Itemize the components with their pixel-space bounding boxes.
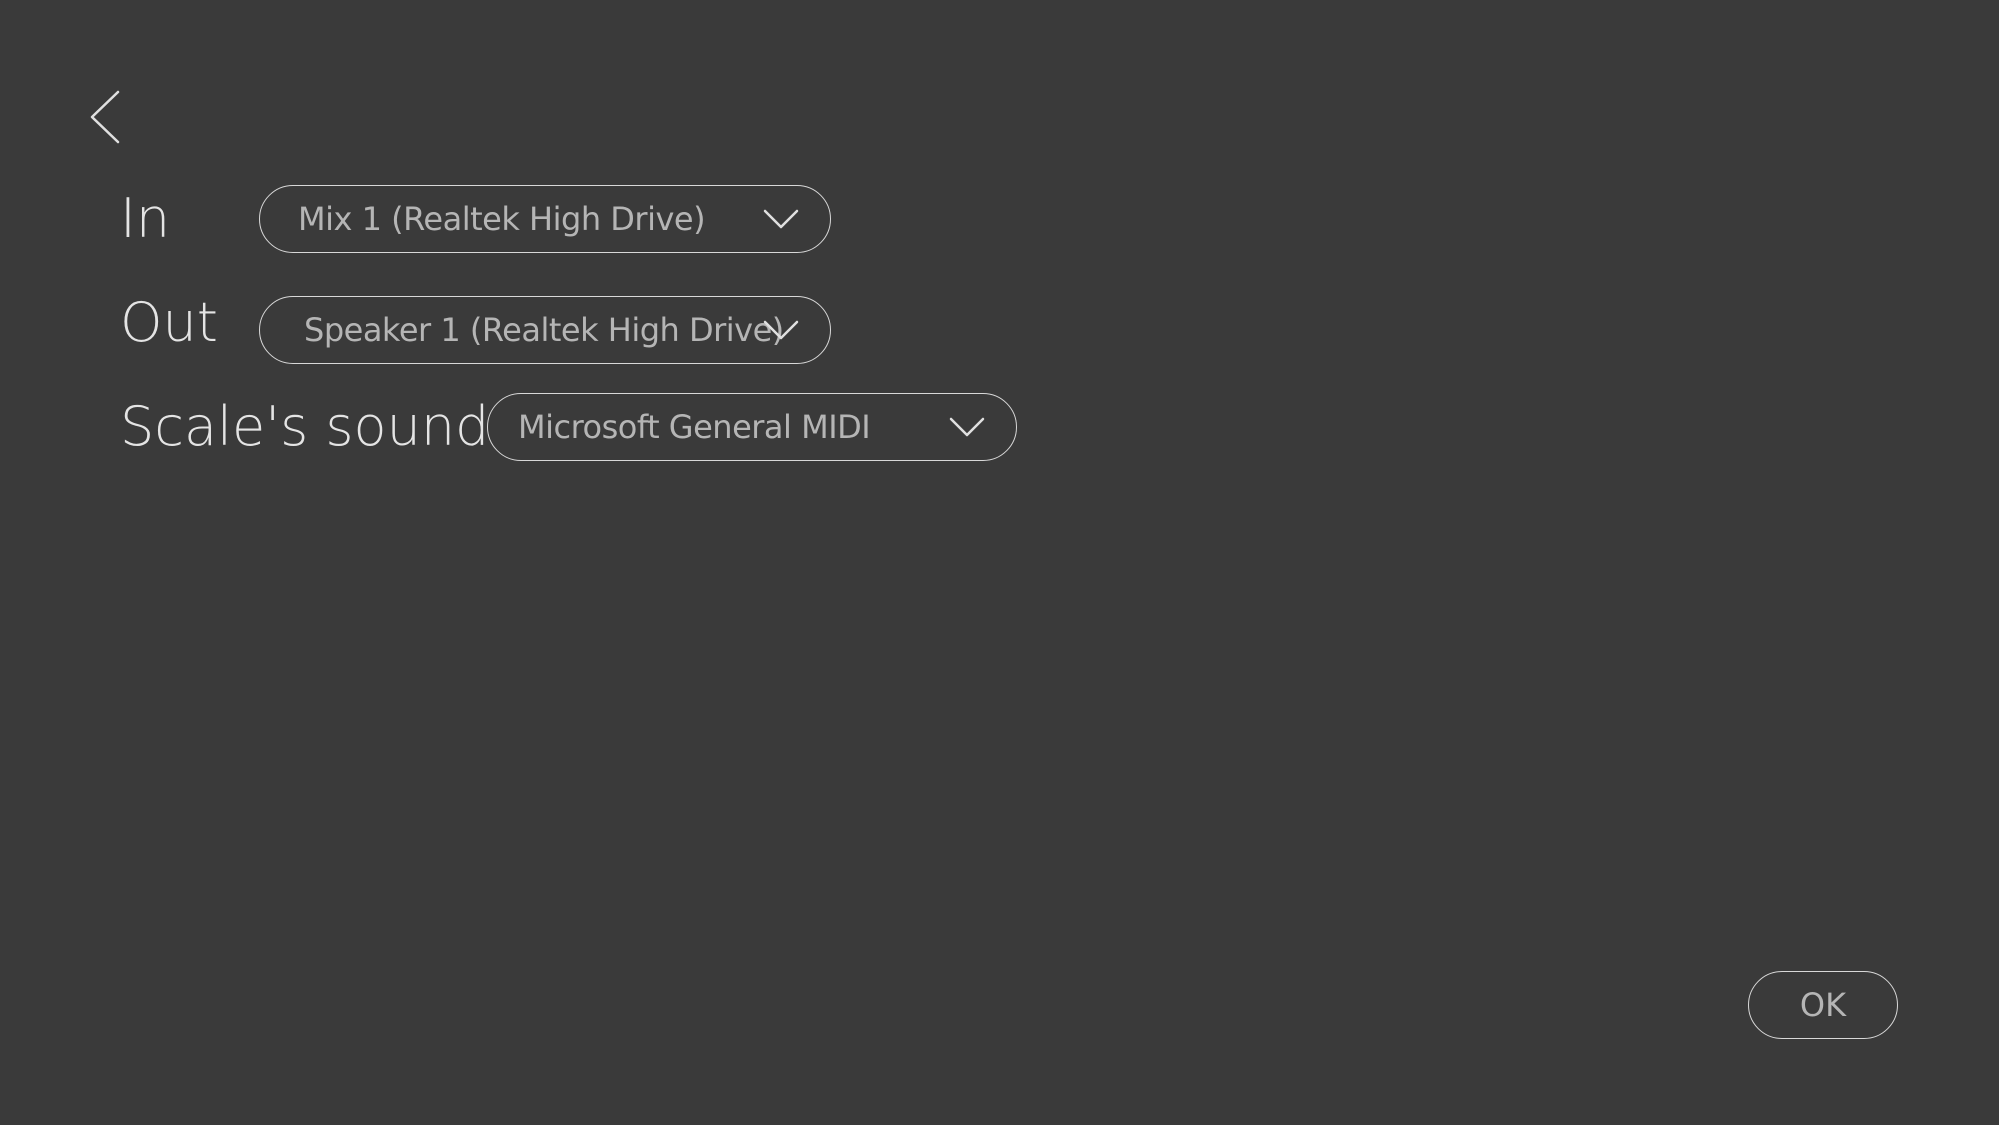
chevron-down-icon: [763, 320, 799, 340]
chevron-left-icon: [90, 90, 120, 144]
scale-sound-value: Microsoft General MIDI: [518, 408, 871, 446]
scale-sound-select[interactable]: Microsoft General MIDI: [487, 393, 1017, 461]
ok-button[interactable]: OK: [1748, 971, 1898, 1039]
output-device-select[interactable]: Speaker 1 (Realtek High Drive): [259, 296, 831, 364]
output-label: Out: [120, 291, 218, 354]
output-device-value: Speaker 1 (Realtek High Drive): [304, 311, 784, 349]
chevron-down-icon: [949, 417, 985, 437]
scale-sound-label: Scale's sound: [120, 395, 490, 458]
input-device-select[interactable]: Mix 1 (Realtek High Drive): [259, 185, 831, 253]
back-button[interactable]: [82, 82, 134, 152]
input-label: In: [120, 187, 171, 250]
ok-button-label: OK: [1799, 986, 1847, 1024]
chevron-down-icon: [763, 209, 799, 229]
input-device-value: Mix 1 (Realtek High Drive): [298, 200, 706, 238]
